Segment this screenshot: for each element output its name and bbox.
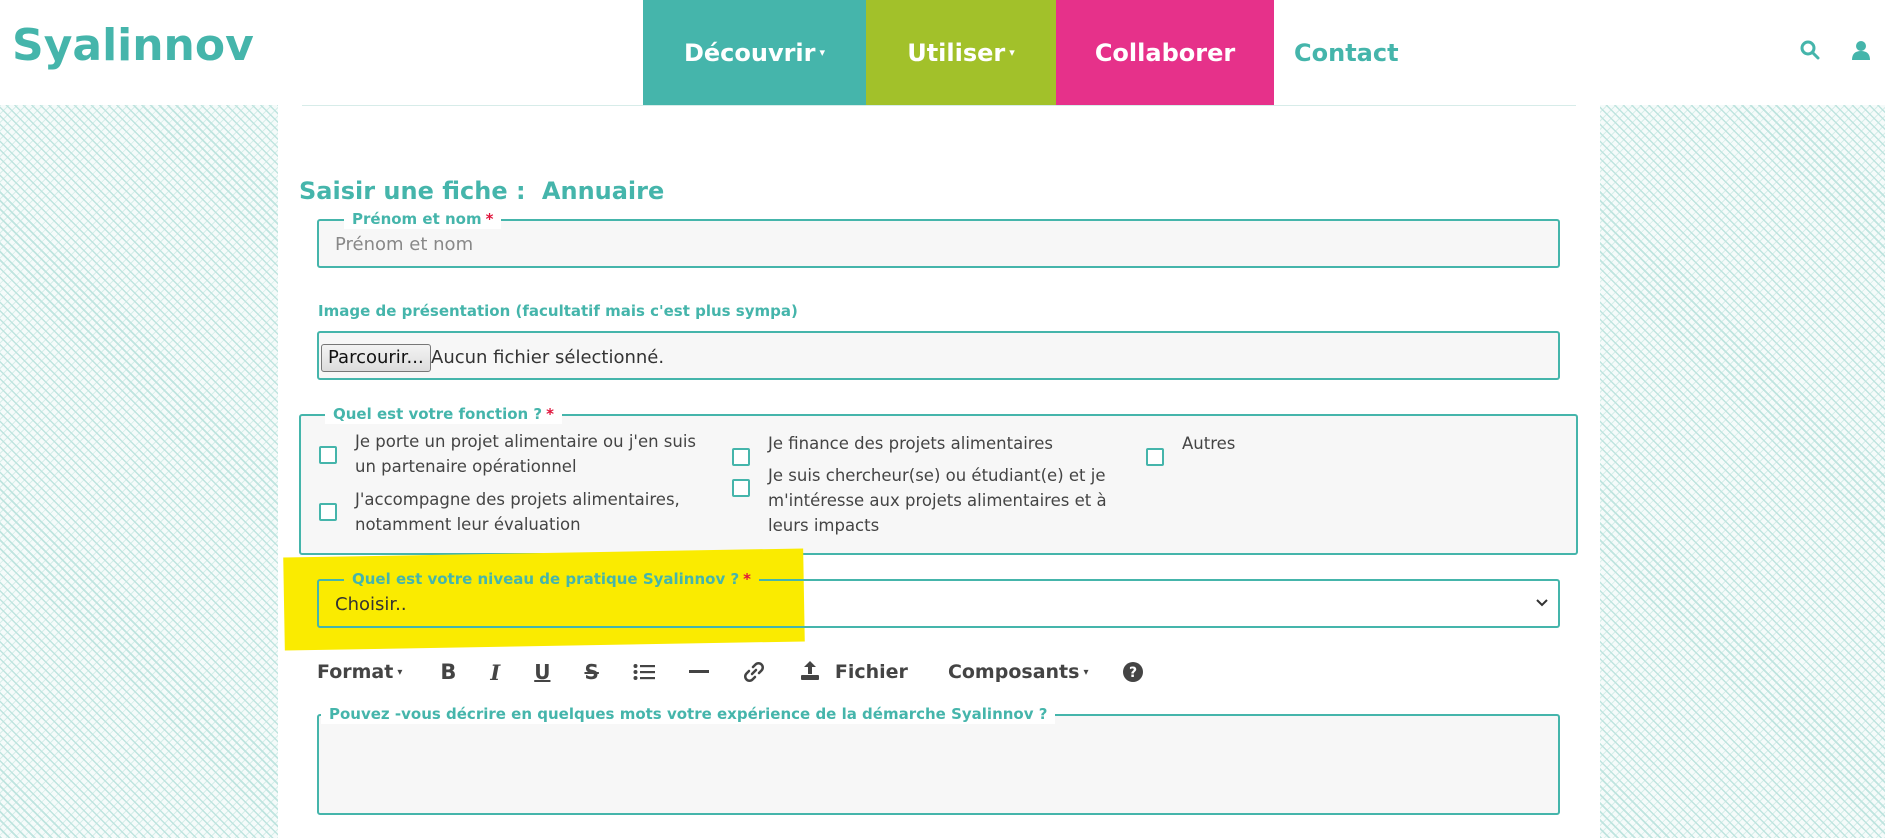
background-pattern-left xyxy=(0,105,278,838)
checkbox-label: J'accompagne des projets alimentaires, n… xyxy=(355,490,680,534)
chevron-down-icon: ▾ xyxy=(819,46,826,59)
underline-icon[interactable]: U xyxy=(534,660,550,684)
nav-contact[interactable]: Contact xyxy=(1274,0,1414,105)
name-field[interactable]: Prénom et nom * Prénom et nom xyxy=(317,209,1560,268)
site-logo[interactable]: Syalinnov xyxy=(12,20,254,71)
checkbox-label: Je suis chercheur(se) ou étudiant(e) et … xyxy=(768,466,1107,535)
experience-textarea[interactable]: Pouvez -vous décrire en quelques mots vo… xyxy=(317,704,1560,815)
upload-icon xyxy=(799,659,821,686)
divider xyxy=(302,105,1576,106)
list-icon[interactable] xyxy=(633,663,655,681)
required-marker: * xyxy=(743,570,752,588)
nav-decouvrir[interactable]: Découvrir ▾ xyxy=(643,0,866,105)
niveau-label-text: Quel est votre niveau de pratique Syalin… xyxy=(352,570,740,588)
browse-button[interactable]: Parcourir... xyxy=(321,344,431,372)
logo-text: Syalinnov xyxy=(12,20,254,71)
page-title: Saisir une fiche : Annuaire xyxy=(299,177,664,205)
checkbox-label: Je finance des projets alimentaires xyxy=(768,434,1053,453)
image-field-label: Image de présentation (facultatif mais c… xyxy=(318,302,798,320)
page-title-label: Saisir une fiche : xyxy=(299,177,526,205)
image-file-field: Parcourir... Aucun fichier sélectionné. xyxy=(317,331,1560,380)
required-marker: * xyxy=(546,405,554,423)
checkbox-porte-projet[interactable] xyxy=(319,446,337,464)
checkbox-label: Autres xyxy=(1182,434,1236,453)
checkbox-finance[interactable] xyxy=(732,448,750,466)
checkbox-label: Je porte un projet alimentaire ou j'en s… xyxy=(355,432,697,476)
italic-icon[interactable]: I xyxy=(490,660,500,685)
composants-dropdown[interactable]: Composants ▾ xyxy=(948,661,1089,683)
nav-collaborer-label: Collaborer xyxy=(1094,38,1236,67)
upload-file-button[interactable]: Fichier xyxy=(799,659,908,686)
site-header: Syalinnov Découvrir ▾ Utiliser ▾ Collabo… xyxy=(0,0,1885,105)
checkbox-autres[interactable] xyxy=(1146,448,1164,466)
form-name: Annuaire xyxy=(541,177,665,205)
nav-utiliser-label: Utiliser xyxy=(907,38,1006,67)
niveau-select[interactable]: Quel est votre niveau de pratique Syalin… xyxy=(317,569,1560,628)
format-dropdown[interactable]: Format ▾ xyxy=(317,661,402,683)
nav-contact-label: Contact xyxy=(1294,38,1399,67)
search-icon[interactable] xyxy=(1800,40,1820,64)
niveau-select-value: Choisir.. xyxy=(335,594,407,615)
user-icon[interactable] xyxy=(1852,40,1870,64)
nav-decouvrir-label: Découvrir xyxy=(683,38,816,67)
experience-label: Pouvez -vous décrire en quelques mots vo… xyxy=(321,704,1056,724)
name-field-label: Prénom et nom * xyxy=(344,209,502,229)
chevron-down-icon: ▾ xyxy=(397,666,403,678)
name-field-label-text: Prénom et nom xyxy=(352,210,482,228)
format-label: Format xyxy=(317,661,394,683)
horizontal-rule-icon[interactable] xyxy=(688,669,709,675)
background-pattern-right xyxy=(1600,105,1885,838)
fonction-label-text: Quel est votre fonction ? xyxy=(333,405,543,423)
checkbox-chercheur[interactable] xyxy=(732,479,750,497)
file-status: Aucun fichier sélectionné. xyxy=(431,347,665,368)
required-marker: * xyxy=(485,210,494,228)
fonction-fieldset: Quel est votre fonction ? * Je porte un p… xyxy=(299,404,1578,555)
svg-text:?: ? xyxy=(1129,665,1137,681)
help-icon[interactable]: ? xyxy=(1122,661,1144,683)
chevron-down-icon: ▾ xyxy=(1009,46,1015,59)
form-container: Saisir une fiche : Annuaire Prénom et no… xyxy=(278,105,1600,838)
checkbox-accompagne[interactable] xyxy=(319,503,337,521)
name-input-placeholder: Prénom et nom xyxy=(335,234,474,255)
nav-collaborer[interactable]: Collaborer xyxy=(1056,0,1274,105)
editor-toolbar: Format ▾ B I U S Fichier Composants ▾ ? xyxy=(317,657,1178,687)
link-icon[interactable] xyxy=(743,661,765,683)
niveau-label: Quel est votre niveau de pratique Syalin… xyxy=(344,569,760,589)
chevron-down-icon xyxy=(1536,595,1548,611)
strikethrough-icon[interactable]: S xyxy=(584,660,598,684)
fonction-label: Quel est votre fonction ? * xyxy=(325,404,562,424)
nav-utiliser[interactable]: Utiliser ▾ xyxy=(866,0,1056,105)
composants-label: Composants xyxy=(947,661,1080,683)
chevron-down-icon: ▾ xyxy=(1083,666,1089,678)
fichier-label: Fichier xyxy=(834,661,908,683)
bold-icon[interactable]: B xyxy=(440,660,456,684)
